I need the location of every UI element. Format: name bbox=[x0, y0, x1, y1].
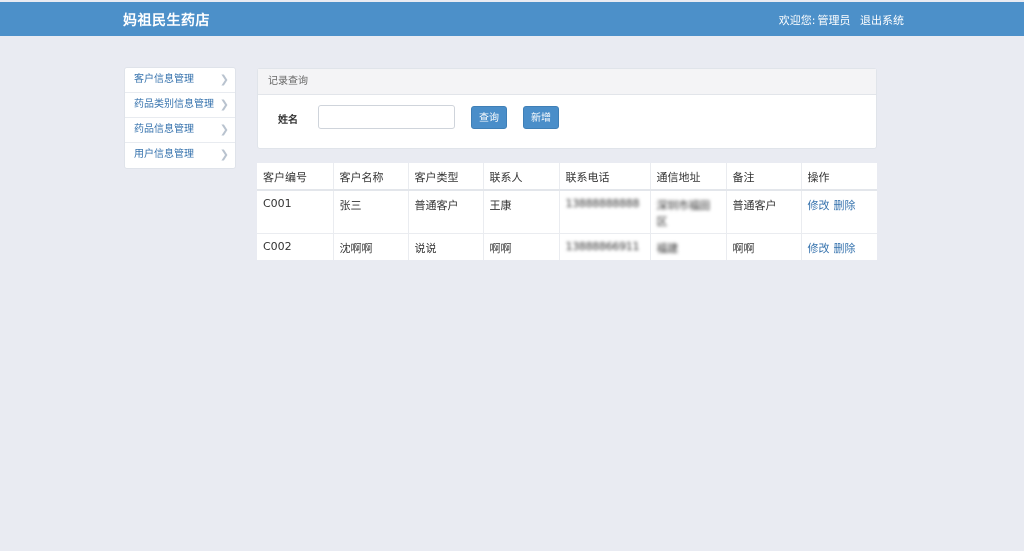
delete-link[interactable]: 删除 bbox=[834, 242, 856, 255]
cell-note: 普通客户 bbox=[726, 190, 802, 233]
name-label: 姓名 bbox=[278, 115, 298, 126]
cell-contact: 王康 bbox=[483, 190, 560, 233]
cell-contact: 啊啊 bbox=[483, 233, 560, 260]
cell-actions: 修改 删除 bbox=[801, 190, 877, 233]
name-search-input[interactable] bbox=[318, 105, 455, 129]
chevron-right-icon: ❯ bbox=[219, 98, 229, 111]
cell-phone: 13888888888 bbox=[559, 190, 651, 233]
sidebar-item-customer[interactable]: 客户信息管理 ❯ bbox=[125, 68, 235, 93]
cell-id: C002 bbox=[257, 233, 334, 260]
sidebar-item-label: 客户信息管理 bbox=[134, 74, 194, 85]
username: 管理员 bbox=[817, 14, 851, 27]
edit-link[interactable]: 修改 bbox=[808, 242, 830, 255]
search-panel: 记录查询 姓名 查询 新增 bbox=[257, 68, 877, 149]
cell-name: 沈啊啊 bbox=[333, 233, 409, 260]
column-header: 备注 bbox=[726, 163, 802, 190]
column-header: 客户名称 bbox=[333, 163, 409, 190]
column-header: 联系人 bbox=[483, 163, 560, 190]
sidebar-item-label: 用户信息管理 bbox=[134, 149, 194, 160]
sidebar-menu: 客户信息管理 ❯ 药品类别信息管理 ❯ 药品信息管理 ❯ 用户信息管理 ❯ bbox=[124, 67, 236, 169]
column-header: 操作 bbox=[807, 171, 830, 184]
brand-title[interactable]: 妈祖民生药店 bbox=[123, 10, 210, 30]
cell-address: 深圳市福田区 bbox=[650, 190, 727, 233]
column-header: 客户类型 bbox=[408, 163, 484, 190]
sidebar-item-drug[interactable]: 药品信息管理 ❯ bbox=[125, 118, 235, 143]
table-header-row: 客户编号 客户名称 客户类型 联系人 联系电话 通信地址 备注 操作 bbox=[257, 163, 877, 190]
search-button[interactable]: 查询 bbox=[471, 106, 507, 129]
chevron-right-icon: ❯ bbox=[219, 123, 229, 136]
cell-note: 啊啊 bbox=[726, 233, 802, 260]
cell-actions: 修改 删除 bbox=[801, 233, 877, 260]
add-button[interactable]: 新增 bbox=[523, 106, 559, 129]
cell-address: 福建 bbox=[650, 233, 727, 260]
column-header: 客户编号 bbox=[257, 163, 334, 190]
cell-name: 张三 bbox=[333, 190, 409, 233]
table-row: C001 张三 普通客户 王康 13888888888 深圳市福田区 普通客户 … bbox=[257, 190, 877, 233]
chevron-right-icon: ❯ bbox=[219, 148, 229, 161]
user-bar: 欢迎您: 管理员 退出系统 bbox=[779, 12, 904, 28]
cell-phone: 13888866911 bbox=[559, 233, 651, 260]
sidebar-item-label: 药品类别信息管理 bbox=[134, 99, 214, 110]
column-header: 通信地址 bbox=[650, 163, 727, 190]
sidebar-item-drug-category[interactable]: 药品类别信息管理 ❯ bbox=[125, 93, 235, 118]
edit-link[interactable]: 修改 bbox=[808, 199, 830, 212]
delete-link[interactable]: 删除 bbox=[834, 199, 856, 212]
panel-title: 记录查询 bbox=[258, 69, 876, 95]
welcome-text: 欢迎您: bbox=[778, 14, 816, 27]
column-header: 联系电话 bbox=[559, 163, 651, 190]
sidebar-item-user[interactable]: 用户信息管理 ❯ bbox=[125, 143, 235, 168]
sidebar-item-label: 药品信息管理 bbox=[134, 124, 194, 135]
logout-link[interactable]: 退出系统 bbox=[860, 14, 904, 27]
customer-table: 客户编号 客户名称 客户类型 联系人 联系电话 通信地址 备注 操作 C001 … bbox=[257, 163, 877, 260]
cell-id: C001 bbox=[257, 190, 334, 233]
chevron-right-icon: ❯ bbox=[219, 73, 229, 86]
cell-type: 普通客户 bbox=[408, 190, 484, 233]
cell-type: 说说 bbox=[408, 233, 484, 260]
top-navbar: 妈祖民生药店 欢迎您: 管理员 退出系统 bbox=[0, 2, 1024, 36]
table-row: C002 沈啊啊 说说 啊啊 13888866911 福建 啊啊 修改 删除 bbox=[257, 233, 877, 260]
